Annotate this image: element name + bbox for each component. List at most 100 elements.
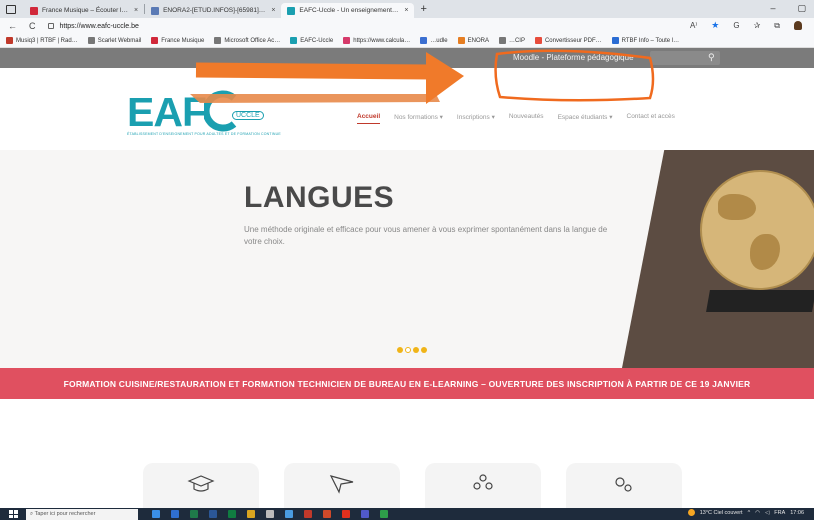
bookmark-pdf[interactable]: Convertisseur PDF… (534, 37, 602, 44)
nav-nouveautes[interactable]: Nouveautés (509, 113, 544, 124)
bookmark-label: RTBF Info – Toute l… (621, 37, 680, 44)
favorites-icon[interactable]: ✰ (754, 21, 761, 30)
profile-avatar[interactable] (794, 21, 802, 30)
acrobat-app-icon[interactable] (342, 510, 350, 518)
bookmark-cip[interactable]: …CIP (498, 37, 525, 44)
search-icon[interactable]: ⚲ (708, 52, 715, 63)
bookmark-label: https://www.calcula… (353, 37, 411, 44)
bookmark-favicon-icon (87, 37, 95, 44)
bookmark-scarlet[interactable]: Scarlet Webmail (87, 37, 141, 44)
nav-contact[interactable]: Contact et accès (627, 113, 675, 124)
excel-app-icon[interactable] (228, 510, 236, 518)
network-icon[interactable]: ◠ (755, 510, 760, 516)
weather-text[interactable]: 13°C Ciel couvert (700, 510, 743, 516)
hero-text: Une méthode originale et efficace pour v… (244, 225, 608, 246)
minimize-button[interactable]: – (770, 3, 775, 14)
powerpoint-app-icon[interactable] (323, 510, 331, 518)
reload-button[interactable]: C (29, 21, 36, 31)
france-musique-favicon-icon (30, 6, 38, 15)
globe-image (700, 170, 814, 290)
bookmark-favicon-icon (214, 37, 222, 44)
bookmark-favicon-icon (6, 37, 13, 44)
green-app-icon[interactable] (380, 510, 388, 518)
slider-dot[interactable] (421, 347, 427, 353)
nav-accueil[interactable]: Accueil (357, 113, 381, 124)
announcement-banner[interactable]: FORMATION CUISINE/RESTAURATION ET FORMAT… (0, 368, 814, 399)
bookmark-favicon-icon (611, 37, 619, 44)
close-tab-icon[interactable]: × (271, 7, 275, 14)
url-field[interactable]: https://www.eafc-uccle.be (47, 22, 139, 30)
moodle-link[interactable]: Moodle - Plateforme pédagogique (513, 53, 634, 62)
window-controls: – ▢ (770, 3, 806, 14)
book-image (706, 290, 814, 312)
chrome-app-icon[interactable] (285, 510, 293, 518)
hero-slider: LANGUES Une méthode originale et efficac… (0, 150, 814, 368)
back-button[interactable]: ← (8, 21, 17, 31)
windows-start-icon[interactable] (9, 510, 18, 518)
teams-app-icon[interactable] (361, 510, 369, 518)
new-tab-button[interactable]: + (420, 3, 426, 15)
window-menu-icon[interactable] (6, 4, 16, 14)
bookmark-favicon-icon (151, 37, 159, 44)
bookmark-enora[interactable]: ENORA (457, 37, 489, 44)
slider-dot-current[interactable] (405, 347, 411, 353)
settings-gear-icon[interactable] (266, 510, 274, 518)
taskbar-apps (152, 510, 388, 518)
excel-app-icon[interactable] (190, 510, 198, 518)
bookmark-label: …CIP (508, 37, 525, 44)
tab-enora[interactable]: ENORA2-[ETUD.INFOS]-[65981]… × (145, 3, 281, 18)
outlook-app-icon[interactable] (171, 510, 179, 518)
bookmark-musiq3[interactable]: Musiq3 | RTBF | Rad… (6, 37, 78, 44)
volume-icon[interactable]: ◁ (765, 510, 769, 516)
media-app-icon[interactable] (304, 510, 312, 518)
restore-button[interactable]: ▢ (797, 3, 806, 14)
site-header: EAF UCCLE ÉTABLISSEMENT D'ENSEIGNEMENT P… (0, 68, 814, 150)
enora-favicon-icon (151, 6, 160, 15)
close-tab-icon[interactable]: × (404, 7, 408, 14)
word-app-icon[interactable] (209, 510, 217, 518)
bookmark-office[interactable]: Microsoft Office Ac… (214, 37, 280, 44)
address-bar: ← C https://www.eafc-uccle.be A⁾ ★ G ✰ ⧉ (0, 18, 814, 34)
edge-app-icon[interactable] (152, 510, 160, 518)
nav-inscriptions[interactable]: Inscriptions ▾ (457, 113, 495, 124)
bookmark-favicon-icon (343, 37, 351, 44)
file-explorer-icon[interactable] (247, 510, 255, 518)
bookmark-moodle[interactable]: …udle (420, 37, 448, 44)
refresh-extension-icon[interactable]: G (733, 21, 739, 30)
tab-eafc-uccle[interactable]: EAFC-Uccle - Un enseignement… × (281, 3, 415, 18)
paper-plane-icon (329, 475, 354, 494)
slider-dot[interactable] (397, 347, 403, 353)
logo-uccle-badge: UCCLE (232, 111, 264, 120)
tab-label: EAFC-Uccle - Un enseignement… (299, 7, 399, 14)
tab-france-musique[interactable]: France Musique – Écouter l… × (24, 3, 144, 18)
bookmark-label: Microsoft Office Ac… (224, 37, 281, 44)
clock[interactable]: 17:06 (790, 510, 804, 516)
read-aloud-icon[interactable]: A⁾ (690, 21, 697, 30)
globe-continent (718, 194, 756, 220)
url-text: https://www.eafc-uccle.be (59, 22, 139, 30)
language-indicator[interactable]: FRA (774, 510, 785, 516)
address-bar-actions: A⁾ ★ G ✰ ⧉ (690, 20, 802, 31)
slider-dot[interactable] (413, 347, 419, 353)
nav-espace-etudiants[interactable]: Espace étudiants ▾ (558, 113, 613, 124)
bookmark-eafc[interactable]: EAFC-Uccle (290, 37, 333, 44)
bookmark-calcula[interactable]: https://www.calcula… (343, 37, 410, 44)
nav-nos-formations[interactable]: Nos formations ▾ (394, 113, 443, 124)
logo-tagline: ÉTABLISSEMENT D'ENSEIGNEMENT POUR ADULTE… (127, 132, 281, 136)
gears-icon (615, 477, 632, 492)
bookmark-france-musique[interactable]: France Musique (151, 37, 204, 44)
favorite-star-icon[interactable]: ★ (711, 20, 719, 31)
slider-pagination (397, 347, 427, 353)
eafc-favicon-icon (287, 6, 296, 15)
taskbar-search-input[interactable]: ⌕ Taper ici pour rechercher (26, 508, 138, 520)
bookmark-favicon-icon (498, 37, 506, 44)
system-tray: 13°C Ciel couvert ^ ◠ ◁ FRA 17:06 (687, 509, 804, 516)
bookmark-favicon-icon (457, 37, 465, 44)
collections-icon[interactable]: ⧉ (774, 21, 780, 31)
tray-arrow-icon[interactable]: ^ (748, 510, 751, 516)
bookmark-label: Convertisseur PDF… (544, 37, 602, 44)
weather-icon[interactable] (687, 509, 695, 516)
eafc-logo[interactable]: EAF (127, 92, 207, 133)
close-tab-icon[interactable]: × (134, 7, 138, 14)
bookmark-rtbf-info[interactable]: RTBF Info – Toute l… (611, 37, 680, 44)
